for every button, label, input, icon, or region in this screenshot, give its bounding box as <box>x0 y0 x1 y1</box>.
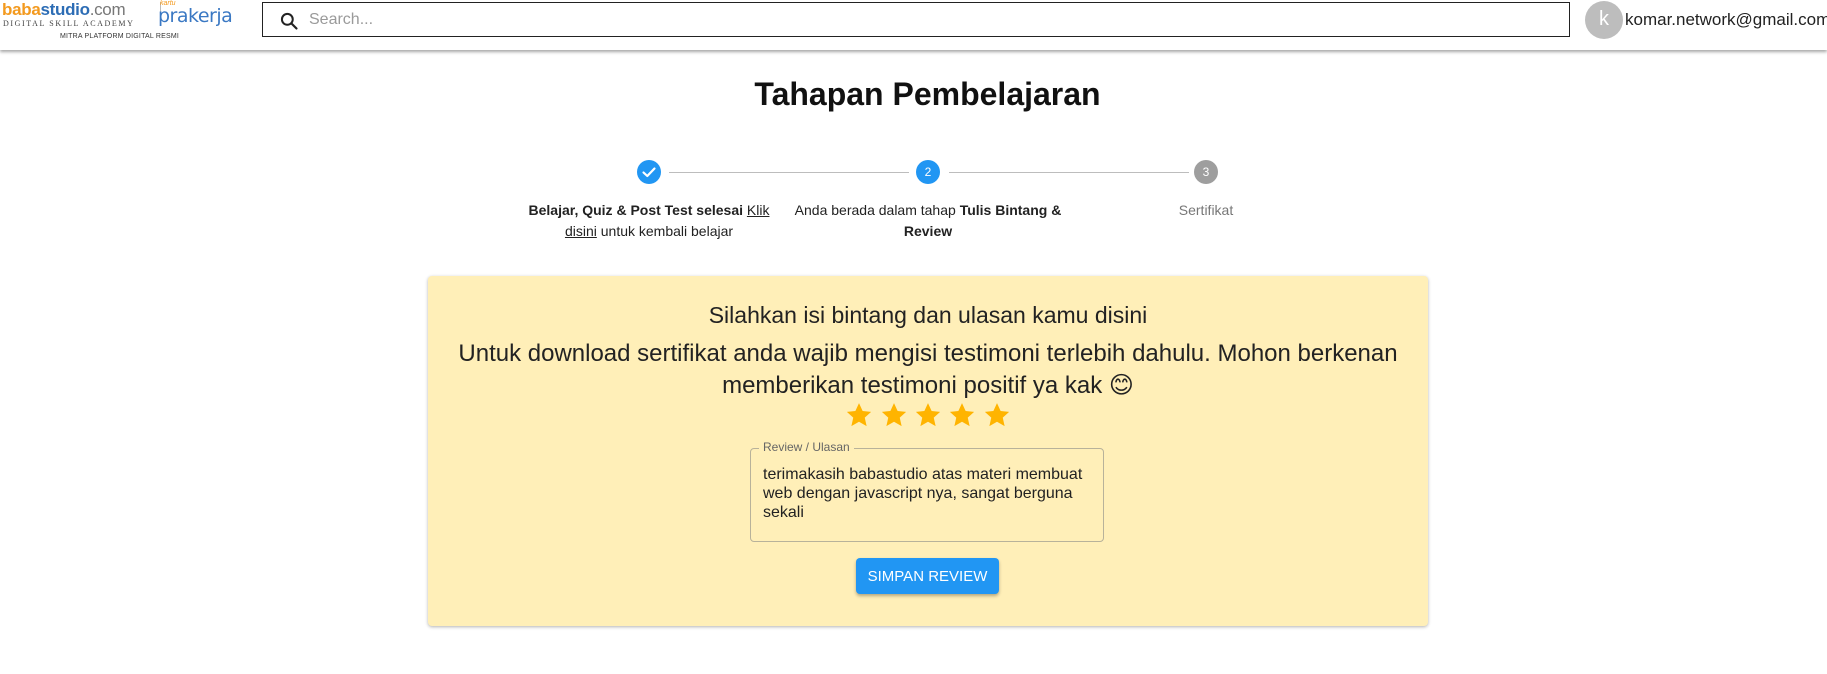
step-2-text: Anda berada dalam tahap <box>794 202 956 218</box>
step-1-trailing-text: untuk kembali belajar <box>600 223 734 239</box>
star-icon[interactable] <box>982 400 1012 430</box>
review-heading: Silahkan isi bintang dan ulasan kamu dis… <box>708 302 1148 328</box>
step-2-label: Anda berada dalam tahap Tulis Bintang & … <box>793 200 1063 242</box>
star-icon[interactable] <box>913 400 943 430</box>
step-1-bold-text: Belajar, Quiz & Post Test selesai <box>528 202 744 218</box>
save-review-button[interactable]: SIMPAN REVIEW <box>856 558 999 594</box>
step-3-indicator: 3 <box>1194 160 1218 184</box>
star-icon[interactable] <box>879 400 909 430</box>
step-1-check-icon <box>637 160 661 184</box>
star-icon[interactable] <box>947 400 977 430</box>
review-instructions: Untuk download sertifikat anda wajib men… <box>458 340 1398 399</box>
step-3-label: Sertifikat <box>1178 202 1234 218</box>
review-card: Silahkan isi bintang dan ulasan kamu dis… <box>428 276 1428 626</box>
step-connector-1 <box>669 172 909 173</box>
review-field-label: Review / Ulasan <box>759 440 854 454</box>
step-1-label: Belajar, Quiz & Post Test selesai Klik d… <box>514 200 784 242</box>
step-connector-2 <box>949 172 1189 173</box>
step-2-indicator: 2 <box>916 160 940 184</box>
review-field[interactable]: Review / Ulasan terimakasih babastudio a… <box>750 440 1104 542</box>
star-icon[interactable] <box>844 400 874 430</box>
review-textarea[interactable]: terimakasih babastudio atas materi membu… <box>763 465 1093 535</box>
progress-stepper: 2 3 Belajar, Quiz & Post Test selesai Kl… <box>0 0 1827 250</box>
star-rating[interactable] <box>428 400 1428 435</box>
